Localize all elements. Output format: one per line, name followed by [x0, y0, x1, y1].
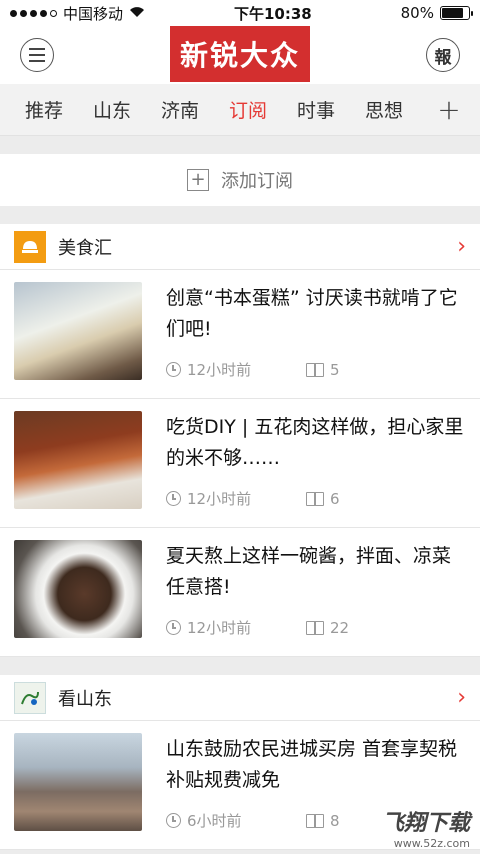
watermark-logo: 飞翔下载: [381, 811, 470, 836]
menu-button[interactable]: [20, 38, 54, 72]
shandong-channel-icon: [14, 681, 46, 714]
list-item[interactable]: 创意“书本蛋糕” 讨厌读书就啃了它们吧! 12小时前 5: [0, 270, 480, 399]
channel-tabs: 推荐 山东 济南 订阅 时事 思想 +: [0, 84, 480, 136]
chevron-right-icon[interactable]: ›: [457, 685, 466, 710]
clock-icon: [166, 813, 181, 828]
book-icon: [306, 620, 324, 635]
clock-icon: [166, 620, 181, 635]
section-title: 看山东: [58, 688, 112, 710]
article-read-count: 8: [330, 811, 340, 830]
battery-percent: 80%: [400, 4, 434, 22]
newspaper-button[interactable]: 報: [426, 38, 460, 72]
article-title: 吃货DIY | 五花肉这样做，担心家里的米不够……: [166, 416, 464, 469]
add-subscription-label: 添加订阅: [221, 171, 293, 192]
add-channel-button[interactable]: +: [418, 93, 480, 126]
list-item[interactable]: 夏天熬上这样一碗酱，拌面、凉菜任意搭! 12小时前 22: [0, 528, 480, 657]
plus-icon: +: [187, 169, 209, 191]
article-time: 6小时前: [187, 812, 242, 830]
article-read-count: 5: [330, 360, 340, 379]
section-title: 美食汇: [58, 237, 112, 259]
article-title: 创意“书本蛋糕” 讨厌读书就啃了它们吧!: [166, 287, 458, 340]
book-icon: [306, 491, 324, 506]
app-header: 新锐大众 報: [0, 26, 480, 84]
section-header[interactable]: 美食汇 ›: [0, 224, 480, 270]
article-title: 山东鼓励农民进城买房 首套享契税补贴规费减免: [166, 738, 458, 791]
food-channel-icon: [14, 230, 46, 263]
carrier-name: 中国移动: [63, 4, 124, 23]
status-right: 80%: [400, 4, 473, 22]
tab-recommend[interactable]: 推荐: [10, 96, 78, 123]
tab-thought[interactable]: 思想: [350, 96, 418, 123]
article-time: 12小时前: [187, 361, 252, 379]
watermark: 飞翔下载 www.52z.com: [382, 805, 470, 850]
section-food: 美食汇 › 创意“书本蛋糕” 讨厌读书就啃了它们吧! 12小时前 5 吃货DIY…: [0, 224, 480, 657]
chevron-right-icon[interactable]: ›: [457, 234, 466, 259]
article-time: 12小时前: [187, 619, 252, 637]
article-thumbnail: [14, 411, 142, 509]
menu-icon: [29, 48, 45, 62]
section-header[interactable]: 看山东 ›: [0, 675, 480, 721]
article-read-count: 6: [330, 489, 340, 508]
book-icon: [306, 362, 324, 377]
tab-shandong[interactable]: 山东: [78, 96, 146, 123]
watermark-url: www.52z.com: [393, 837, 470, 850]
article-thumbnail: [14, 540, 142, 638]
clock-icon: [166, 491, 181, 506]
status-left: 中国移动: [10, 3, 145, 24]
tab-current-affairs[interactable]: 时事: [282, 96, 350, 123]
signal-icon: [10, 9, 57, 17]
status-bar: 中国移动 下午10:38 80%: [0, 0, 480, 26]
battery-icon: [439, 6, 473, 20]
clock-icon: [166, 362, 181, 377]
tab-subscribe[interactable]: 订阅: [214, 96, 282, 123]
article-thumbnail: [14, 733, 142, 831]
app-logo: 新锐大众: [170, 26, 310, 82]
article-title: 夏天熬上这样一碗酱，拌面、凉菜任意搭!: [166, 545, 452, 598]
status-time: 下午10:38: [233, 4, 312, 23]
wifi-icon: [129, 4, 145, 22]
article-time: 12小时前: [187, 490, 252, 508]
article-thumbnail: [14, 282, 142, 380]
article-read-count: 22: [330, 618, 350, 637]
tab-jinan[interactable]: 济南: [146, 96, 214, 123]
add-subscription-button[interactable]: + 添加订阅: [0, 154, 480, 206]
list-item[interactable]: 吃货DIY | 五花肉这样做，担心家里的米不够…… 12小时前 6: [0, 399, 480, 528]
book-icon: [306, 813, 324, 828]
